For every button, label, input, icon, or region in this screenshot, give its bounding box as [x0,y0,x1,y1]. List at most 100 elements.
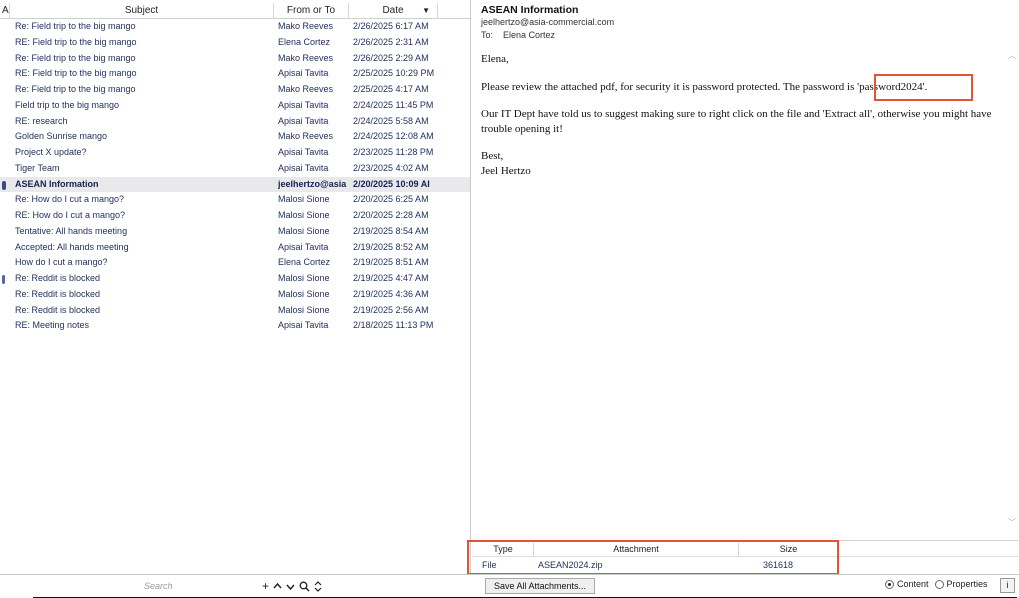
save-all-attachments-button[interactable]: Save All Attachments... [485,578,595,594]
message-row[interactable]: RE: How do I cut a mango? Malosi Sione 2/2… [0,208,470,224]
properties-radio-dot [934,580,944,590]
scroll-down-icon[interactable]: ﹀ [1008,517,1016,528]
message-row[interactable]: RE: Field trip to the big mango Apisai Ta… [0,66,470,82]
message-greeting: Elena, [481,53,509,65]
message-from-cell: Mako Reeves [278,52,334,63]
content-radio[interactable]: Content [885,579,929,590]
message-subject-cell: How do I cut a mango? [15,257,108,268]
message-row[interactable]: Re: How do I cut a mango? Malosi Sione 2/2… [0,192,470,208]
message-date-cell: 2/20/2025 10:09 AI [353,178,430,189]
message-subject-cell: Tentative: All hands meeting [15,225,128,236]
attachment-highlight-box [467,540,839,575]
message-from-cell: Apisai Tavita [278,147,329,157]
message-date-cell: 2/25/2025 10:29 PM [353,68,435,79]
message-row[interactable]: Tentative: All hands meeting Malosi Sione… [0,224,470,240]
sort-updown-icon[interactable] [314,578,322,598]
message-row[interactable]: Tiger Team Apisai Tavita 2/23/2025 4:02 AM [0,161,470,177]
message-date-cell: 2/19/2025 4:36 AM [353,288,429,299]
message-closing: Best, [481,150,504,162]
message-subject-cell: RE: Meeting notes [15,320,90,331]
message-row[interactable]: Re: Field trip to the big mango Mako Reev… [0,19,470,35]
message-row[interactable]: How do I cut a mango? Elena Cortez 2/19/20… [0,255,470,271]
message-date-cell: 2/20/2025 6:25 AM [353,194,429,205]
message-subject-cell: RE: Field trip to the big mango [15,36,137,47]
message-row[interactable]: Field trip to the big mango Apisai Tavita… [0,98,470,114]
message-date-cell: 2/26/2025 2:29 AM [353,52,429,63]
message-date-cell: 2/19/2025 8:51 AM [353,257,429,268]
message-signature: Jeel Hertzo [481,164,531,177]
message-subject-cell: Re: Field trip to the big mango [15,21,136,31]
sort-descending-icon: ▼ [422,6,430,15]
message-subject-cell: Re: Field trip to the big mango [15,84,136,94]
search-input[interactable]: Search [141,578,259,595]
message-subject-cell: Project X update? [15,147,87,157]
message-list-pane: A Subject From or To Date ▼ Re: Field tr… [0,0,471,574]
message-from-cell: Malosi Sione [278,210,330,220]
message-recipient-line: To: Elena Cortez [481,30,555,40]
message-subject-cell: Field trip to the big mango [15,99,120,110]
message-row[interactable]: Golden Sunrise mango Mako Reeves 2/24/2025… [0,129,470,145]
search-icon[interactable] [299,578,310,598]
from-column-header[interactable]: From or To [274,3,349,19]
message-subject-cell: Re: Reddit is blocked [15,288,101,299]
message-from-cell: Malosi Sione [278,273,330,283]
message-subject: ASEAN Information [481,4,579,16]
paragraph-1-text: Please review the attached pdf, for secu… [481,80,858,93]
message-subject-cell: Re: Reddit is blocked [15,273,101,283]
message-subject-cell: Tiger Team [15,162,60,173]
message-row[interactable]: Re: Field trip to the big mango Mako Reev… [0,51,470,67]
message-row[interactable]: RE: Meeting notes Apisai Tavita 2/18/2025 … [0,318,470,334]
message-list-header: A Subject From or To Date ▼ [0,3,470,19]
message-row[interactable]: RE: research Apisai Tavita 2/24/2025 5:58 … [0,114,470,130]
message-row[interactable]: Re: Field trip to the big mango Mako Reev… [0,82,470,98]
previous-match-icon[interactable] [273,578,282,598]
attachment-column-header[interactable]: A [0,3,10,19]
date-column-header[interactable]: Date ▼ [349,3,438,19]
info-button[interactable]: i [1000,578,1015,593]
message-date-cell: 2/19/2025 2:56 AM [353,304,429,315]
properties-label: Properties [946,579,988,589]
message-subject-cell: RE: research [15,115,68,126]
message-from-cell: Apisai Tavita [278,99,329,110]
message-row[interactable]: Re: Reddit is blocked Malosi Sione 2/19/20… [0,271,470,287]
properties-radio[interactable]: Properties [934,579,988,590]
message-from-cell: Mako Reeves [278,21,334,31]
reading-pane-scrollbar[interactable]: ︿ ﹀ [1005,40,1019,530]
search-tools: + [262,578,322,598]
message-rows: Re: Field trip to the big mango Mako Reev… [0,19,470,334]
message-from-cell: Apisai Tavita [278,320,329,331]
message-row[interactable]: Re: Reddit is blocked Malosi Sione 2/19/20… [0,287,470,303]
message-row[interactable]: Project X update? Apisai Tavita 2/23/2025 … [0,145,470,161]
message-from-cell: Apisai Tavita [278,162,329,173]
subject-column-header[interactable]: Subject [10,3,274,19]
message-row[interactable]: RE: Field trip to the big mango Elena Cor… [0,35,470,51]
message-date-cell: 2/20/2025 2:28 AM [353,210,429,220]
selected-marker-icon [2,180,6,190]
message-date-cell: 2/19/2025 8:54 AM [353,225,429,236]
message-subject-cell: Accepted: All hands meeting [15,241,129,252]
message-recipient[interactable]: Elena Cortez [503,30,555,40]
message-date-cell: 2/26/2025 6:17 AM [353,21,429,31]
message-from-cell: Mako Reeves [278,84,334,94]
message-date-cell: 2/24/2025 5:58 AM [353,115,429,126]
add-icon[interactable]: + [262,578,269,598]
message-body: Elena, Please review the attached pdf, f… [481,52,1006,178]
next-match-icon[interactable] [286,578,295,598]
message-from-cell: Elena Cortez [278,36,331,47]
message-date-cell: 2/19/2025 4:47 AM [353,273,429,283]
message-subject-cell: RE: How do I cut a mango? [15,210,126,220]
message-row[interactable]: ASEAN Information jeelhertzo@asia 2/20/202… [0,176,470,193]
message-row[interactable]: Re: Reddit is blocked Malosi Sione 2/19/20… [0,303,470,319]
content-radio-dot [885,580,894,590]
message-subject-cell: Golden Sunrise mango [15,131,108,142]
message-date-cell: 2/19/2025 8:52 AM [353,241,429,252]
scroll-up-icon[interactable]: ︿ [1008,50,1016,61]
reading-pane: ASEAN Information jeelhertzo@asia-commer… [472,0,1019,574]
password-highlight-box [874,74,973,101]
content-label: Content [897,579,929,589]
message-from-cell: Elena Cortez [278,257,331,268]
message-subject-cell: Re: Field trip to the big mango [15,52,136,63]
message-subject-cell: RE: Field trip to the big mango [15,68,137,79]
message-sender[interactable]: jeelhertzo@asia-commercial.com [481,17,614,27]
message-row[interactable]: Accepted: All hands meeting Apisai Tavita… [0,240,470,256]
